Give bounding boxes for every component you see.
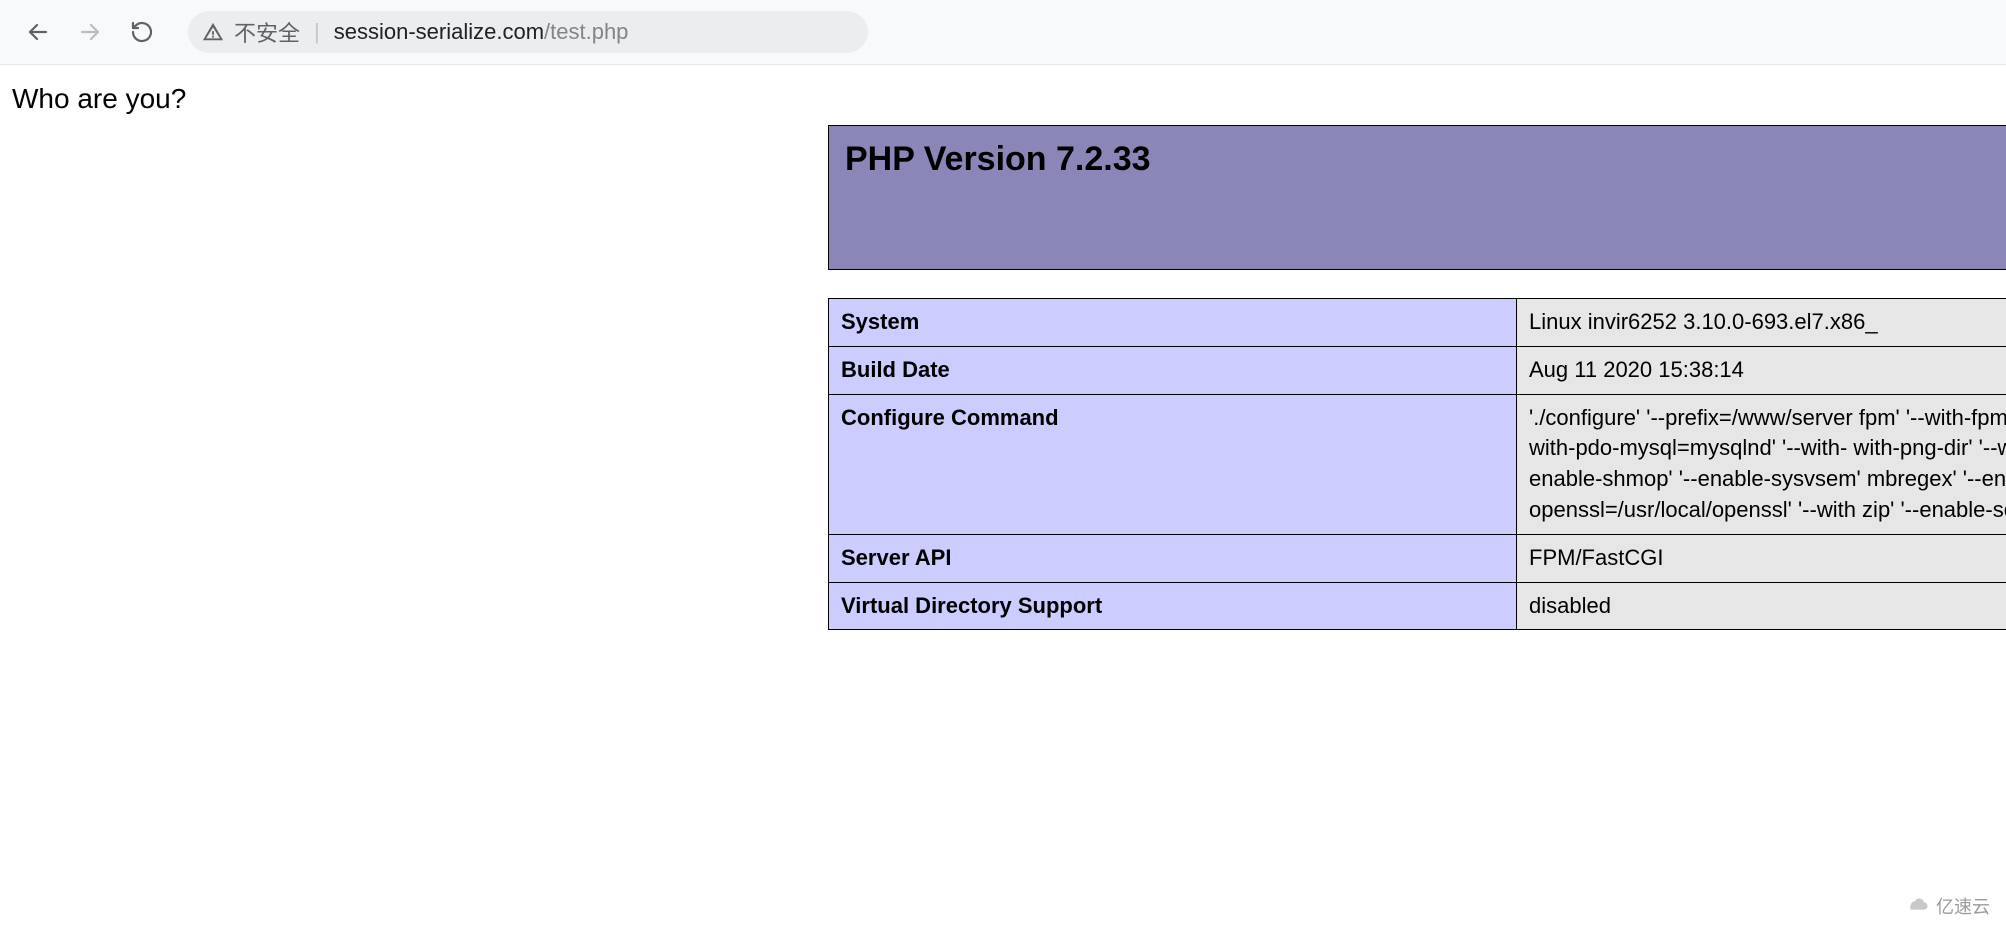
table-row: Configure Command './configure' '--prefi…: [829, 394, 2006, 534]
phpinfo-header: PHP Version 7.2.33: [828, 125, 2006, 270]
forward-button[interactable]: [70, 12, 110, 52]
phpinfo-table: System Linux invir6252 3.10.0-693.el7.x8…: [828, 298, 2006, 630]
cloud-icon: [1906, 898, 1930, 914]
phpinfo-value: Linux invir6252 3.10.0-693.el7.x86_: [1517, 299, 2006, 347]
phpinfo-value: disabled: [1517, 582, 2006, 630]
browser-toolbar: 不安全 | session-serialize.com/test.php: [0, 0, 2006, 65]
table-row: System Linux invir6252 3.10.0-693.el7.x8…: [829, 299, 2006, 347]
separator: |: [310, 19, 324, 45]
phpinfo-block: PHP Version 7.2.33 System Linux invir625…: [828, 125, 2006, 630]
insecure-label: 不安全: [234, 16, 300, 48]
phpinfo-key: Build Date: [829, 346, 1517, 394]
table-row: Server API FPM/FastCGI: [829, 534, 2006, 582]
phpinfo-key: Configure Command: [829, 394, 1517, 534]
address-bar[interactable]: 不安全 | session-serialize.com/test.php: [188, 11, 868, 53]
url-path: /test.php: [544, 19, 628, 44]
table-row: Build Date Aug 11 2020 15:38:14: [829, 346, 2006, 394]
phpinfo-value: './configure' '--prefix=/www/server fpm'…: [1517, 394, 2006, 534]
phpinfo-value: FPM/FastCGI: [1517, 534, 2006, 582]
phpinfo-key: System: [829, 299, 1517, 347]
warning-icon: [202, 21, 224, 43]
watermark: 亿速云: [1896, 889, 2000, 923]
phpinfo-key: Server API: [829, 534, 1517, 582]
phpinfo-title: PHP Version 7.2.33: [845, 140, 2006, 179]
reload-button[interactable]: [122, 12, 162, 52]
phpinfo-value: Aug 11 2020 15:38:14: [1517, 346, 2006, 394]
phpinfo-key: Virtual Directory Support: [829, 582, 1517, 630]
url-text: session-serialize.com/test.php: [334, 19, 629, 45]
watermark-label: 亿速云: [1936, 893, 1990, 919]
url-host: session-serialize.com: [334, 19, 544, 44]
table-row: Virtual Directory Support disabled: [829, 582, 2006, 630]
page-heading: Who are you?: [12, 83, 1994, 115]
back-button[interactable]: [18, 12, 58, 52]
page-content: Who are you? PHP Version 7.2.33 System L…: [0, 65, 2006, 115]
